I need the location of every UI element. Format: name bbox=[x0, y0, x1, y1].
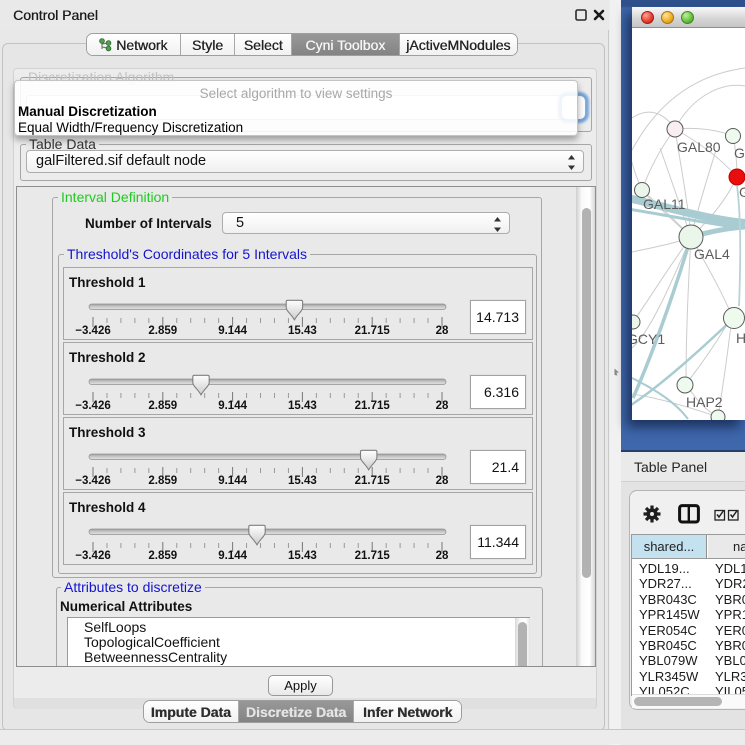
svg-text:G: G bbox=[739, 184, 745, 200]
svg-text:GAL11: GAL11 bbox=[643, 196, 686, 212]
svg-text:GCY1: GCY1 bbox=[632, 331, 665, 347]
svg-text:GAL80: GAL80 bbox=[677, 139, 721, 155]
svg-text:GAL4: GAL4 bbox=[694, 246, 730, 262]
svg-text:HAP2: HAP2 bbox=[686, 394, 723, 410]
svg-text:GA: GA bbox=[734, 145, 745, 161]
svg-text:HA: HA bbox=[736, 330, 745, 346]
